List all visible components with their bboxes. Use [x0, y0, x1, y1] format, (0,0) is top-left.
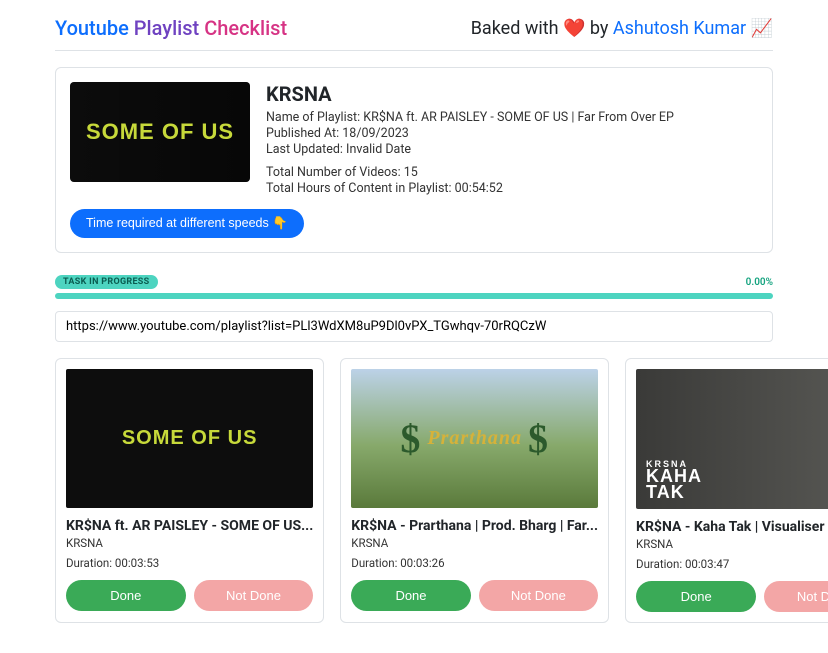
video-thumbnail[interactable]: KRSNA KAHA TAK: [636, 369, 828, 509]
thumbnail-text: Prarthana: [427, 427, 522, 450]
video-author: KRSNA: [66, 536, 313, 550]
thumbnail-text: SOME OF US: [122, 427, 258, 450]
progress-percent: 0.00%: [746, 277, 773, 288]
credit-by: by: [585, 18, 612, 39]
video-title: KR$NA - Prarthana | Prod. Bharg | Far...: [351, 518, 598, 534]
hours-row: Total Hours of Content in Playlist: 00:5…: [266, 181, 674, 196]
brand-word-1: Youtube: [55, 16, 129, 40]
video-title: KR$NA - Kaha Tak | Visualiser | Prod. ..…: [636, 519, 828, 535]
playlist-thumbnail: SOME OF US: [70, 82, 250, 182]
published-row: Published At: 18/09/2023: [266, 126, 674, 141]
video-card: $ Prarthana $ KR$NA - Prarthana | Prod. …: [340, 358, 609, 623]
playlist-meta: KRSNA Name of Playlist: KR$NA ft. AR PAI…: [266, 82, 674, 197]
video-thumbnail[interactable]: SOME OF US: [66, 369, 313, 508]
playlist-info-card: SOME OF US KRSNA Name of Playlist: KR$NA…: [55, 67, 773, 253]
author-link[interactable]: Ashutosh Kumar: [613, 18, 746, 39]
credit-suffix: 📈: [746, 18, 773, 39]
video-author: KRSNA: [636, 537, 828, 551]
video-card: SOME OF US KR$NA ft. AR PAISLEY - SOME O…: [55, 358, 324, 623]
thumbnail-text: KRSNA KAHA TAK: [636, 452, 712, 508]
not-done-button[interactable]: Not Done: [764, 581, 828, 612]
video-author: KRSNA: [351, 536, 598, 550]
brand: Youtube Playlist Checklist: [55, 16, 287, 40]
video-duration: Duration: 00:03:53: [66, 556, 313, 570]
heart-icon: ❤️: [563, 18, 585, 39]
speeds-button[interactable]: Time required at different speeds 👇: [70, 209, 304, 238]
speeds-button-label: Time required at different speeds 👇: [86, 216, 288, 231]
video-duration: Duration: 00:03:47: [636, 557, 828, 571]
credit: Baked with ❤️ by Ashutosh Kumar 📈: [471, 18, 773, 39]
playlist-thumbnail-text: SOME OF US: [80, 121, 240, 143]
video-grid: SOME OF US KR$NA ft. AR PAISLEY - SOME O…: [55, 358, 773, 623]
progress-bar: [55, 293, 773, 299]
channel-title: KRSNA: [266, 82, 674, 106]
credit-prefix: Baked with: [471, 18, 563, 39]
not-done-button[interactable]: Not Done: [194, 580, 314, 611]
updated-row: Last Updated: Invalid Date: [266, 142, 674, 157]
done-button[interactable]: Done: [351, 580, 470, 611]
brand-word-2: Playlist: [134, 16, 199, 40]
progress-section: TASK IN PROGRESS 0.00%: [55, 275, 773, 299]
dollar-icon: $: [522, 415, 555, 462]
playlist-url-input[interactable]: [55, 311, 773, 342]
playlist-name-row: Name of Playlist: KR$NA ft. AR PAISLEY -…: [266, 110, 674, 125]
video-title: KR$NA ft. AR PAISLEY - SOME OF US...: [66, 518, 313, 534]
dollar-icon: $: [394, 415, 427, 462]
top-bar: Youtube Playlist Checklist Baked with ❤️…: [55, 10, 773, 51]
done-button[interactable]: Done: [636, 581, 756, 612]
brand-word-3: Checklist: [204, 16, 287, 40]
video-count-row: Total Number of Videos: 15: [266, 165, 674, 180]
not-done-button[interactable]: Not Done: [479, 580, 598, 611]
video-duration: Duration: 00:03:26: [351, 556, 598, 570]
video-card: KRSNA KAHA TAK KR$NA - Kaha Tak | Visual…: [625, 358, 828, 623]
progress-badge: TASK IN PROGRESS: [55, 275, 158, 289]
video-thumbnail[interactable]: $ Prarthana $: [351, 369, 598, 508]
done-button[interactable]: Done: [66, 580, 186, 611]
